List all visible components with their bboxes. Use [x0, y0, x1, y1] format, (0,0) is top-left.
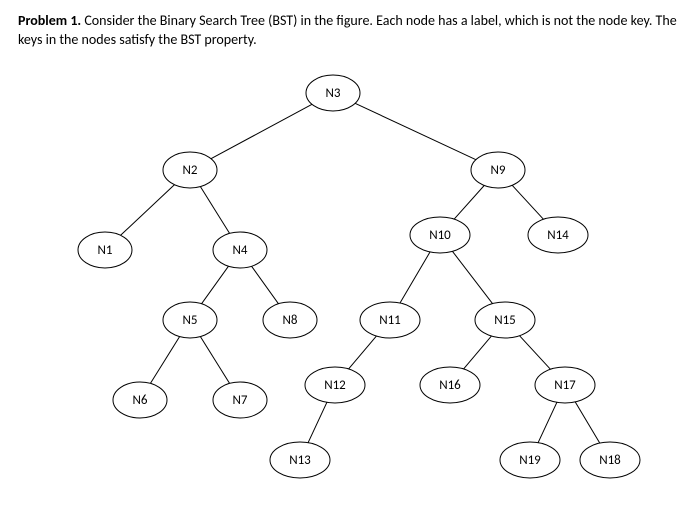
node-N7: N7: [213, 382, 267, 418]
edge-N2-N4: [200, 187, 229, 234]
node-label-N6: N6: [133, 393, 148, 408]
problem-statement: Problem 1. Consider the Binary Search Tr…: [18, 12, 678, 50]
edge-N5-N6: [150, 337, 179, 384]
node-label-N7: N7: [233, 393, 248, 408]
edge-N3-N9: [355, 103, 476, 159]
node-N6: N6: [113, 382, 167, 418]
node-N11: N11: [360, 302, 420, 338]
node-N8: N8: [263, 302, 317, 338]
node-label-N14: N14: [547, 228, 569, 243]
node-label-N13: N13: [289, 453, 311, 468]
edge-N9-N10: [454, 186, 484, 220]
node-label-N16: N16: [439, 378, 461, 393]
node-N10: N10: [410, 217, 470, 253]
edge-N10-N15: [453, 251, 493, 303]
node-N5: N5: [163, 302, 217, 338]
nodes-layer: N3 N2 N9 N1 N4 N10 N14 N5 N8 N11 N15 N6 N7 N12 N16 N17 N…: [78, 75, 640, 478]
node-N16: N16: [420, 367, 480, 403]
node-label-N10: N10: [429, 228, 451, 243]
node-N19: N19: [500, 442, 560, 478]
edge-N9-N14: [512, 185, 543, 219]
edge-N15-N16: [464, 336, 492, 369]
edge-N12-N13: [308, 402, 327, 442]
bst-diagram: N3 N2 N9 N1 N4 N10 N14 N5 N8 N11 N15 N6 N7 N12 N16 N17 N…: [0, 55, 699, 511]
node-N3: N3: [306, 75, 360, 111]
edge-N11-N12: [349, 336, 377, 369]
edge-N4-N8: [252, 266, 279, 303]
edge-N3-N2: [211, 104, 312, 158]
node-N4: N4: [213, 232, 267, 268]
node-label-N12: N12: [324, 378, 346, 393]
node-N1: N1: [78, 232, 132, 268]
problem-body: Consider the Binary Search Tree (BST) in…: [18, 12, 677, 48]
node-label-N18: N18: [599, 453, 621, 468]
node-label-N1: N1: [98, 243, 113, 258]
page-root: Problem 1. Consider the Binary Search Tr…: [0, 0, 699, 511]
edge-N4-N5: [202, 266, 229, 303]
edge-N10-N11: [400, 252, 430, 303]
problem-heading: Problem 1.: [18, 12, 81, 29]
node-label-N17: N17: [554, 378, 576, 393]
edge-N17-N19: [538, 402, 557, 442]
node-label-N2: N2: [183, 163, 198, 178]
node-label-N15: N15: [494, 313, 516, 328]
node-N17: N17: [535, 367, 595, 403]
node-label-N9: N9: [491, 163, 506, 178]
node-N2: N2: [163, 152, 217, 188]
node-N12: N12: [305, 367, 365, 403]
node-label-N8: N8: [283, 313, 298, 328]
node-N15: N15: [475, 302, 535, 338]
node-N13: N13: [270, 442, 330, 478]
node-N14: N14: [528, 217, 588, 253]
edge-N2-N1: [121, 185, 175, 236]
node-label-N11: N11: [379, 313, 401, 328]
node-label-N3: N3: [326, 86, 341, 101]
edge-N5-N7: [200, 337, 229, 384]
node-label-N19: N19: [519, 453, 541, 468]
node-label-N4: N4: [233, 243, 248, 258]
edge-N15-N17: [520, 336, 551, 370]
node-N9: N9: [471, 152, 525, 188]
edge-N17-N18: [575, 402, 600, 443]
node-label-N5: N5: [183, 313, 198, 328]
node-N18: N18: [580, 442, 640, 478]
